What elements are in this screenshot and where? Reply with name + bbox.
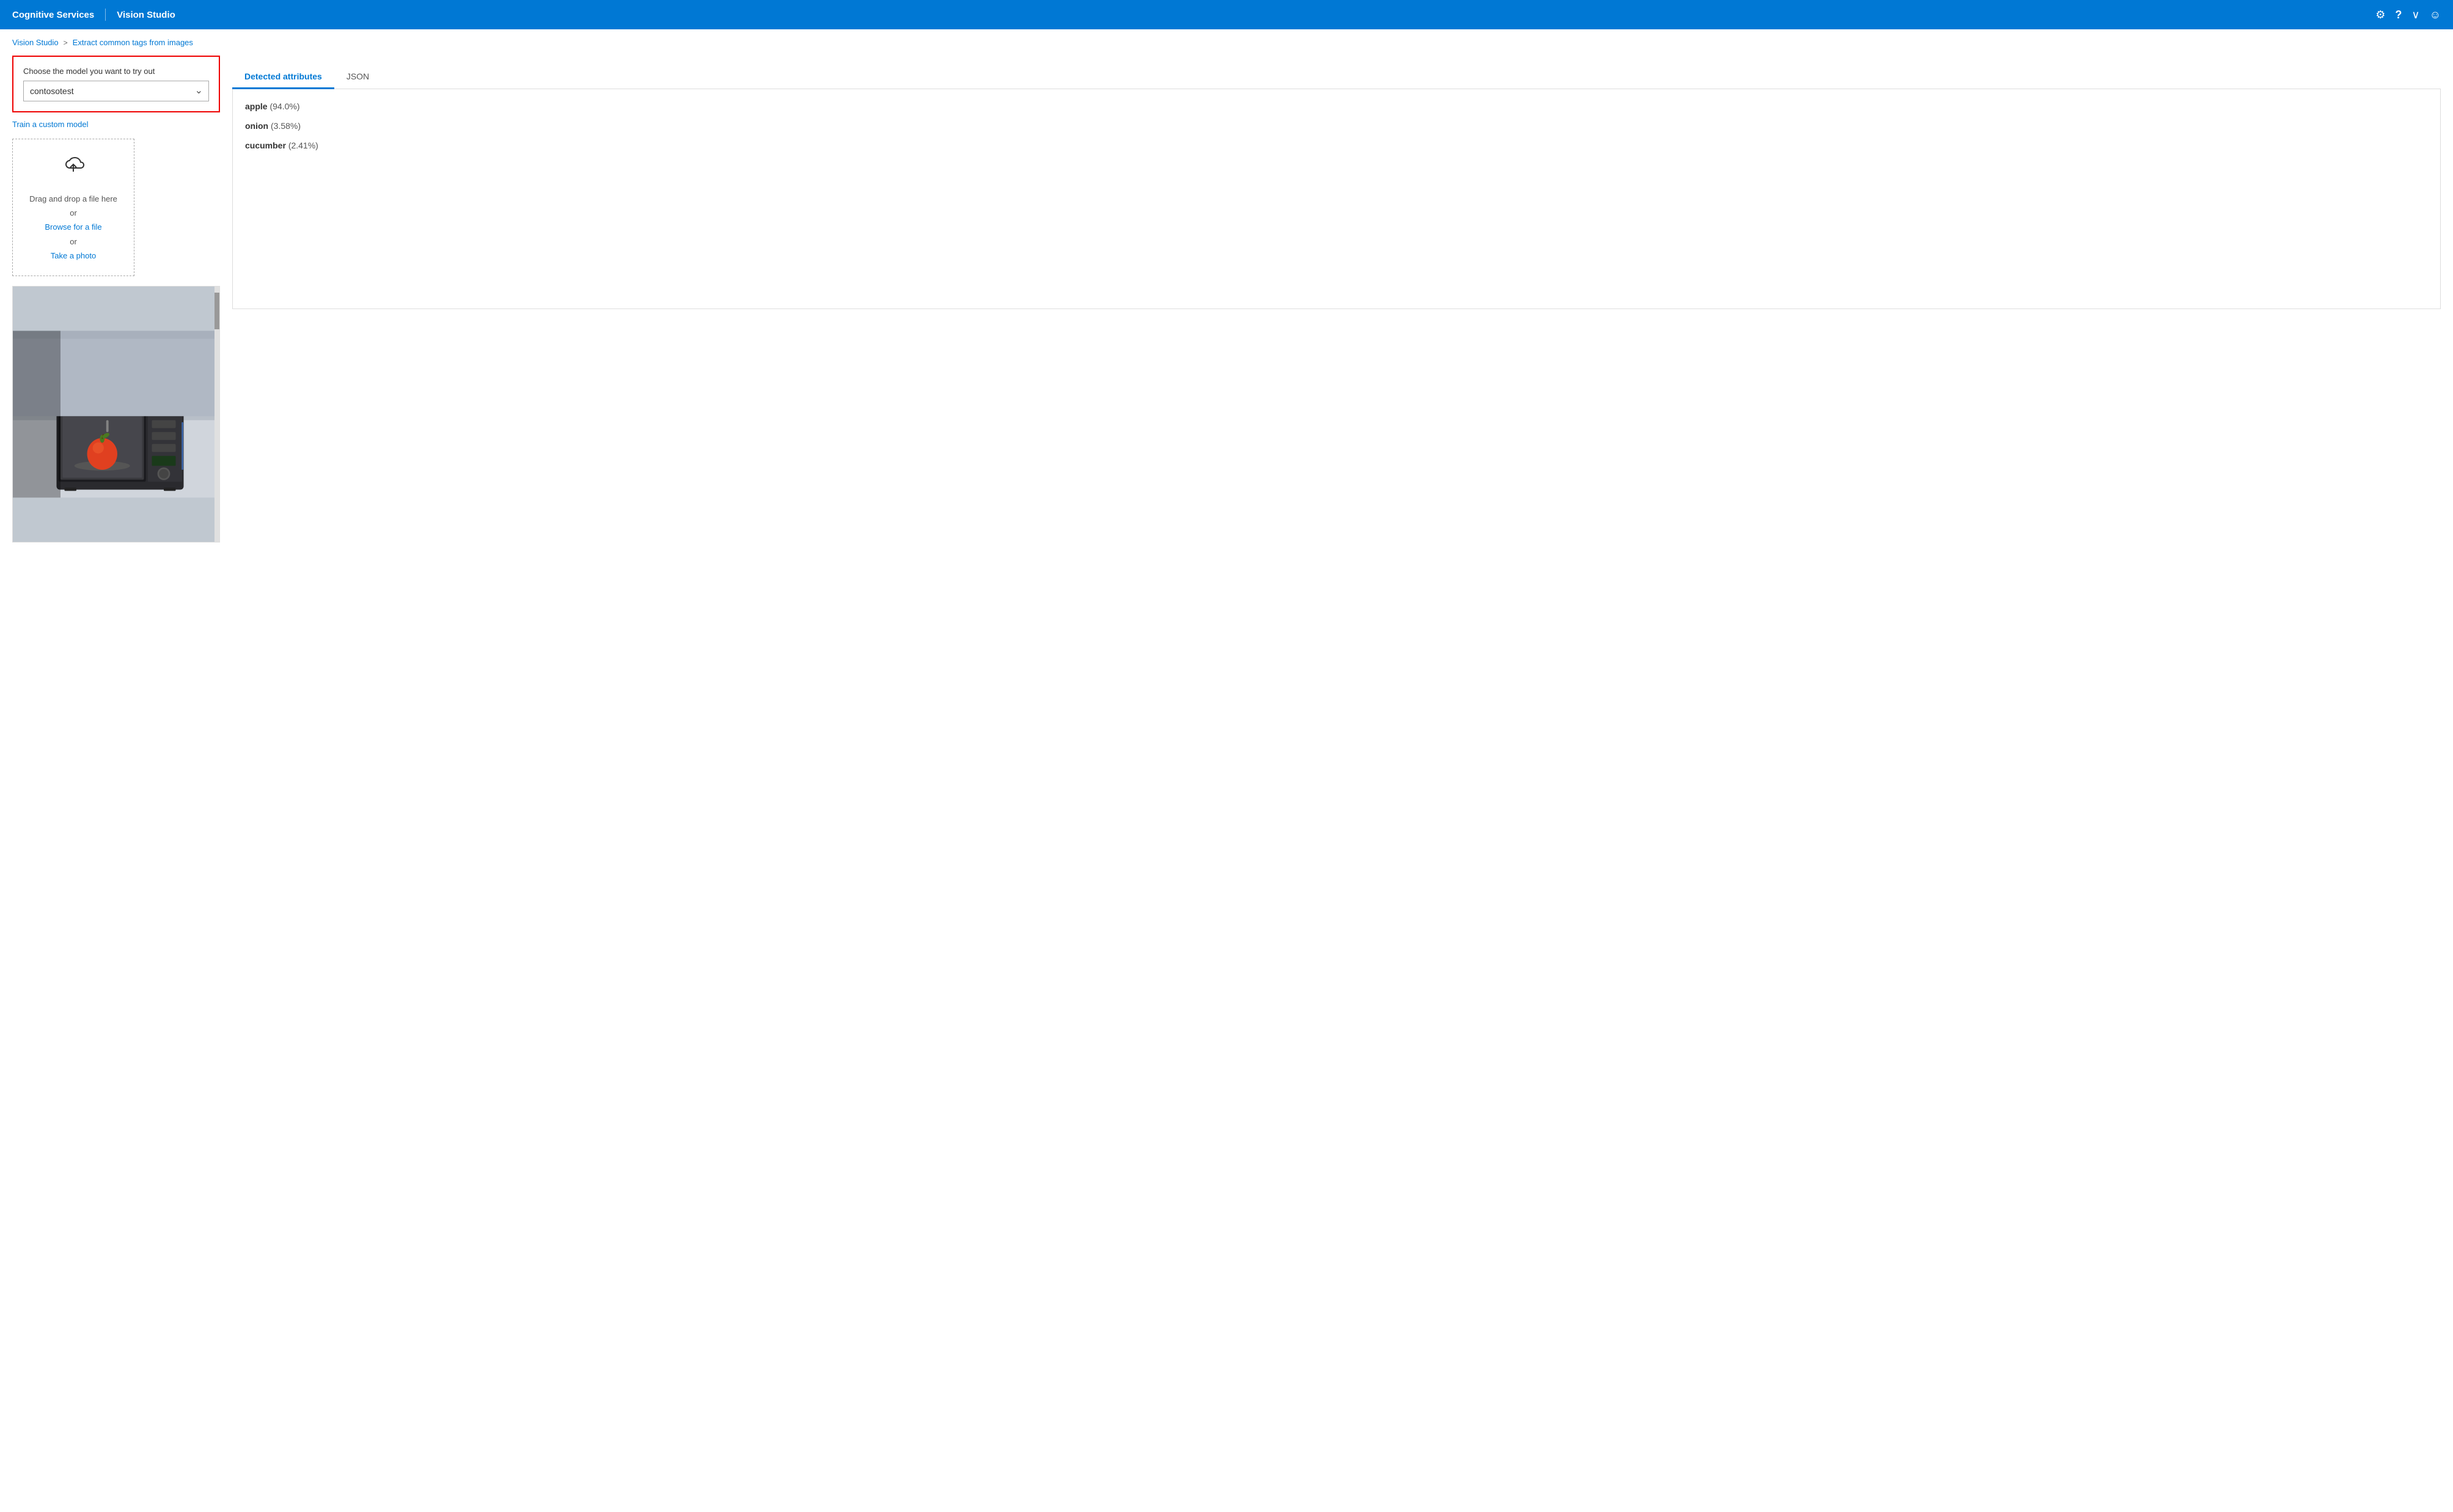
- upload-or-1: or: [23, 206, 124, 220]
- attributes-content: apple (94.0%) onion (3.58%) cucumber (2.…: [232, 89, 2441, 309]
- model-chooser-box: Choose the model you want to try out con…: [12, 56, 220, 112]
- model-select[interactable]: contosotest default: [23, 81, 209, 101]
- model-chooser-label: Choose the model you want to try out: [23, 67, 209, 76]
- header-branding: Cognitive Services Vision Studio: [12, 9, 175, 21]
- header-actions: [2375, 9, 2441, 21]
- attribute-name-onion: onion: [245, 121, 268, 131]
- breadcrumb-separator: >: [64, 38, 68, 47]
- upload-area[interactable]: Drag and drop a file here or Browse for …: [12, 139, 134, 276]
- left-panel: Choose the model you want to try out con…: [12, 56, 220, 542]
- attribute-pct-apple: (94.0%): [270, 101, 299, 111]
- scrollbar-thumb[interactable]: [215, 293, 219, 329]
- product-name: Vision Studio: [117, 10, 175, 20]
- take-photo-link[interactable]: Take a photo: [51, 251, 96, 260]
- tabs-bar: Detected attributes JSON: [232, 65, 2441, 89]
- upload-or-2: or: [23, 235, 124, 249]
- attributes-panel: Detected attributes JSON apple (94.0%) o…: [232, 65, 2441, 309]
- attribute-row-cucumber: cucumber (2.41%): [245, 141, 2428, 150]
- main-content: Choose the model you want to try out con…: [0, 56, 2453, 555]
- attribute-pct-onion: (3.58%): [271, 121, 301, 131]
- model-select-wrapper: contosotest default: [23, 81, 209, 101]
- upload-icon: [23, 152, 124, 187]
- tab-json[interactable]: JSON: [334, 65, 381, 89]
- drag-drop-text: Drag and drop a file here: [23, 192, 124, 206]
- attribute-pct-cucumber: (2.41%): [288, 141, 318, 150]
- train-custom-model-link[interactable]: Train a custom model: [12, 120, 220, 129]
- tab-detected-attributes[interactable]: Detected attributes: [232, 65, 334, 89]
- attribute-row-apple: apple (94.0%): [245, 101, 2428, 111]
- breadcrumb: Vision Studio > Extract common tags from…: [0, 29, 2453, 56]
- breadcrumb-current: Extract common tags from images: [73, 38, 193, 47]
- app-header: Cognitive Services Vision Studio: [0, 0, 2453, 29]
- image-preview: [13, 287, 219, 542]
- attribute-name-cucumber: cucumber: [245, 141, 286, 150]
- image-preview-container: [12, 286, 220, 542]
- app-name: Cognitive Services: [12, 10, 94, 20]
- scrollbar[interactable]: [215, 287, 219, 542]
- breadcrumb-home[interactable]: Vision Studio: [12, 38, 59, 47]
- attribute-row-onion: onion (3.58%): [245, 121, 2428, 131]
- header-divider: [105, 9, 106, 21]
- gear-icon[interactable]: [2375, 9, 2385, 21]
- account-icon[interactable]: [2430, 9, 2441, 21]
- help-icon[interactable]: [2395, 9, 2402, 21]
- attribute-name-apple: apple: [245, 101, 268, 111]
- chevron-down-icon[interactable]: [2411, 9, 2419, 21]
- browse-file-link[interactable]: Browse for a file: [45, 222, 101, 232]
- right-panel: Detected attributes JSON apple (94.0%) o…: [232, 56, 2441, 542]
